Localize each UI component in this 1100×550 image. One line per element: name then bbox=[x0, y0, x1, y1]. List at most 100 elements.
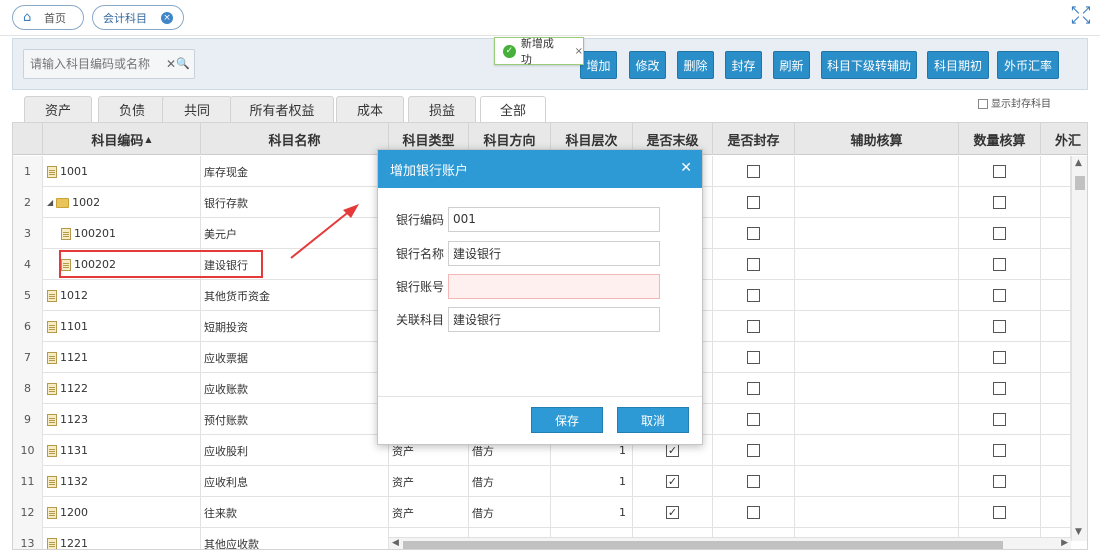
cell-sealed bbox=[713, 342, 795, 373]
horizontal-scroll-thumb[interactable] bbox=[403, 541, 1003, 549]
bank-name-input[interactable] bbox=[448, 240, 660, 266]
sealed-checkbox[interactable] bbox=[747, 165, 760, 178]
bank-code-input[interactable] bbox=[448, 206, 660, 232]
qty-checkbox[interactable] bbox=[993, 444, 1006, 457]
clear-search-icon[interactable]: ✕ bbox=[166, 57, 176, 71]
tab-equity[interactable]: 所有者权益 bbox=[230, 96, 334, 122]
tab-cost[interactable]: 成本 bbox=[336, 96, 404, 122]
show-sealed-box[interactable] bbox=[978, 99, 988, 109]
home-tab[interactable]: ⌂ 首页 bbox=[12, 5, 84, 30]
column-header-is-sealed[interactable]: 是否封存 bbox=[713, 123, 795, 155]
bank-account-input[interactable] bbox=[448, 273, 660, 299]
horizontal-scrollbar[interactable]: ◀ ▶ bbox=[389, 537, 1071, 549]
tab-all[interactable]: 全部 bbox=[480, 96, 546, 122]
cell-sealed bbox=[713, 435, 795, 466]
seal-button[interactable]: 封存 bbox=[725, 51, 762, 79]
vertical-scrollbar[interactable]: ▲ ▼ bbox=[1071, 156, 1087, 541]
subject-code: 1001 bbox=[60, 165, 88, 178]
scroll-up-icon[interactable]: ▲ bbox=[1075, 158, 1082, 168]
sealed-checkbox[interactable] bbox=[747, 289, 760, 302]
check-icon: ✓ bbox=[503, 44, 516, 58]
search-icon[interactable]: 🔍 bbox=[176, 57, 190, 70]
fullscreen-icon[interactable]: ↖↗ ↙↘ bbox=[1070, 4, 1092, 27]
cell-aux bbox=[795, 404, 959, 435]
cell-qty bbox=[959, 373, 1041, 404]
save-button[interactable]: 保存 bbox=[531, 407, 603, 433]
scroll-right-icon[interactable]: ▶ bbox=[1061, 538, 1068, 548]
sealed-checkbox[interactable] bbox=[747, 413, 760, 426]
sealed-checkbox[interactable] bbox=[747, 320, 760, 333]
sealed-checkbox[interactable] bbox=[747, 444, 760, 457]
cancel-button[interactable]: 取消 bbox=[617, 407, 689, 433]
sealed-checkbox[interactable] bbox=[747, 227, 760, 240]
column-header-code[interactable]: 科目编码 ▲ bbox=[43, 123, 201, 155]
cell-name: 往来款 bbox=[201, 497, 389, 528]
edit-button[interactable]: 修改 bbox=[629, 51, 666, 79]
bank-name-label: 银行名称 bbox=[396, 246, 445, 261]
subject-to-auxiliary-button[interactable]: 科目下级转辅助 bbox=[821, 51, 917, 79]
qty-checkbox[interactable] bbox=[993, 506, 1006, 519]
tab-liabilities[interactable]: 负债 bbox=[98, 96, 166, 122]
scroll-left-icon[interactable]: ◀ bbox=[392, 538, 399, 548]
tree-collapse-icon[interactable]: ◢ bbox=[47, 198, 53, 207]
sealed-checkbox[interactable] bbox=[747, 382, 760, 395]
cell-num: 11 bbox=[13, 466, 43, 497]
qty-checkbox[interactable] bbox=[993, 165, 1006, 178]
linked-subject-input[interactable] bbox=[448, 306, 660, 332]
leaf-checkbox[interactable]: ✓ bbox=[666, 444, 679, 457]
folder-icon bbox=[56, 197, 70, 208]
column-header-auxiliary[interactable]: 辅助核算 bbox=[795, 123, 959, 155]
qty-checkbox[interactable] bbox=[993, 258, 1006, 271]
cell-fx bbox=[1041, 466, 1071, 497]
cell-aux bbox=[795, 187, 959, 218]
sealed-checkbox[interactable] bbox=[747, 351, 760, 364]
qty-checkbox[interactable] bbox=[993, 196, 1006, 209]
search-input[interactable] bbox=[24, 50, 154, 78]
column-header-foreign[interactable]: 外汇 bbox=[1041, 123, 1087, 155]
cell-num: 2 bbox=[13, 187, 43, 218]
leaf-checkbox[interactable]: ✓ bbox=[666, 475, 679, 488]
cell-num: 9 bbox=[13, 404, 43, 435]
sealed-checkbox[interactable] bbox=[747, 506, 760, 519]
qty-checkbox[interactable] bbox=[993, 289, 1006, 302]
tab-assets[interactable]: 资产 bbox=[24, 96, 92, 122]
scroll-down-icon[interactable]: ▼ bbox=[1075, 527, 1082, 537]
document-icon bbox=[47, 537, 57, 549]
vertical-scroll-thumb[interactable] bbox=[1075, 176, 1085, 190]
qty-checkbox[interactable] bbox=[993, 413, 1006, 426]
subject-code: 1012 bbox=[60, 289, 88, 302]
qty-checkbox[interactable] bbox=[993, 227, 1006, 240]
tab-profit-loss[interactable]: 损益 bbox=[408, 96, 476, 122]
add-button[interactable]: 增加 bbox=[580, 51, 617, 79]
cell-num: 13 bbox=[13, 528, 43, 549]
cell-num: 8 bbox=[13, 373, 43, 404]
tab-accounting-subjects[interactable]: 会计科目 × bbox=[92, 5, 184, 30]
refresh-button[interactable]: 刷新 bbox=[773, 51, 810, 79]
table-row[interactable]: 12 1200 往来款 资产 借方 1 ✓ bbox=[13, 497, 1087, 528]
exchange-rate-button[interactable]: 外币汇率 bbox=[997, 51, 1059, 79]
sealed-checkbox[interactable] bbox=[747, 258, 760, 271]
close-tab-icon[interactable]: × bbox=[161, 11, 173, 24]
column-header-name[interactable]: 科目名称 bbox=[201, 123, 389, 155]
show-sealed-checkbox[interactable]: 显示封存科目 bbox=[978, 98, 1068, 111]
qty-checkbox[interactable] bbox=[993, 382, 1006, 395]
sealed-checkbox[interactable] bbox=[747, 196, 760, 209]
document-icon bbox=[47, 413, 57, 426]
leaf-checkbox[interactable]: ✓ bbox=[666, 506, 679, 519]
cell-num: 7 bbox=[13, 342, 43, 373]
subject-opening-button[interactable]: 科目期初 bbox=[927, 51, 989, 79]
qty-checkbox[interactable] bbox=[993, 320, 1006, 333]
sealed-checkbox[interactable] bbox=[747, 475, 760, 488]
column-header-quantity[interactable]: 数量核算 bbox=[959, 123, 1041, 155]
cell-aux bbox=[795, 435, 959, 466]
cell-num: 4 bbox=[13, 249, 43, 280]
toast-close-icon[interactable]: × bbox=[575, 46, 583, 57]
close-dialog-icon[interactable]: ✕ bbox=[680, 160, 692, 176]
qty-checkbox[interactable] bbox=[993, 351, 1006, 364]
cell-name: 应收股利 bbox=[201, 435, 389, 466]
table-row[interactable]: 11 1132 应收利息 资产 借方 1 ✓ bbox=[13, 466, 1087, 497]
tab-common[interactable]: 共同 bbox=[162, 96, 232, 122]
qty-checkbox[interactable] bbox=[993, 475, 1006, 488]
cell-sealed bbox=[713, 218, 795, 249]
delete-button[interactable]: 删除 bbox=[677, 51, 714, 79]
